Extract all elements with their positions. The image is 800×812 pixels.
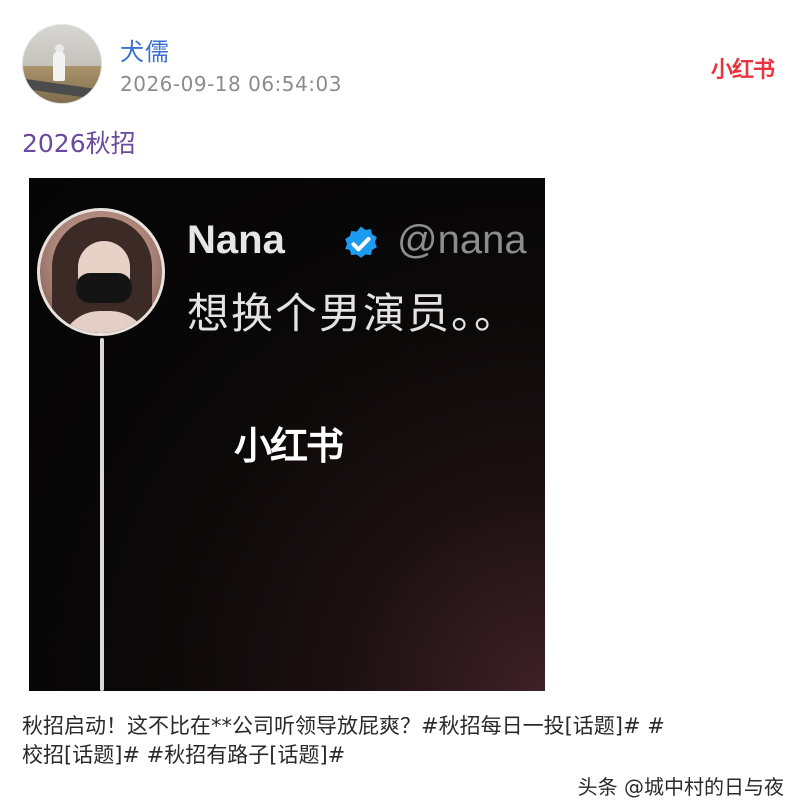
- xiaohongshu-logo: 小红书: [710, 58, 775, 83]
- post-title: 2026秋招: [22, 129, 136, 158]
- username-link[interactable]: 犬儒: [120, 32, 170, 67]
- xiaohongshu-watermark: 小红书: [234, 424, 344, 468]
- thread-line: [100, 338, 104, 691]
- tweet-display-name: Nana: [187, 218, 285, 262]
- post-body: 秋招启动！这不比在**公司听领导放屁爽？#秋招每日一投[话题]# # 校招[话题…: [22, 712, 782, 770]
- tweet-avatar: [37, 208, 165, 336]
- verified-badge-icon: [345, 226, 377, 258]
- post-header: 犬儒 2026-09-18 06:54:03 小红书: [22, 24, 782, 104]
- tweet-handle: @nana: [397, 218, 527, 262]
- post-body-line: 校招[话题]# #秋招有路子[话题]#: [22, 743, 346, 767]
- source-attribution: 头条 @城中村的日与夜: [577, 775, 784, 799]
- tweet-text: 想换个男演员。。: [187, 289, 519, 338]
- post-body-line: 秋招启动！这不比在**公司听领导放屁爽？#秋招每日一投[话题]# #: [22, 714, 665, 738]
- post-timestamp: 2026-09-18 06:54:03: [120, 72, 342, 96]
- post-image[interactable]: Nana @nana 想换个男演员。。 小红书: [29, 178, 545, 691]
- user-avatar[interactable]: [22, 24, 102, 104]
